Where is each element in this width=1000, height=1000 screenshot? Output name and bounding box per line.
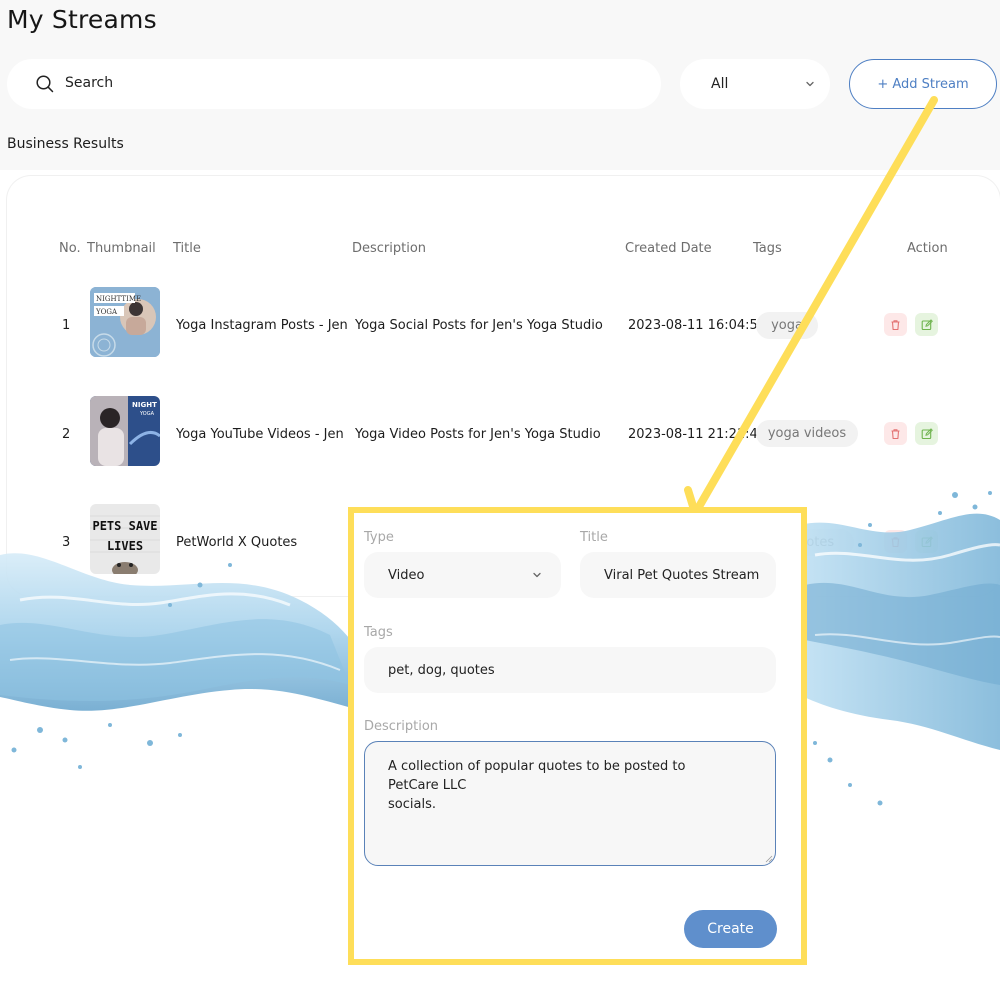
row-created-date: 2023-08-11 16:04:58 xyxy=(628,318,767,333)
title-value: Viral Pet Quotes Stream xyxy=(604,568,760,583)
thumbnail-graphic: NIGHTTIME YOGA xyxy=(90,287,160,357)
column-header-description: Description xyxy=(352,241,427,256)
thumbnail-text: YOGA xyxy=(95,308,118,316)
edit-icon xyxy=(921,318,933,330)
add-stream-button[interactable]: + Add Stream xyxy=(849,59,997,109)
edit-icon xyxy=(921,427,933,439)
thumbnail-text: NIGHTTIME xyxy=(96,295,141,303)
row-title: Yoga YouTube Videos - Jen xyxy=(176,427,344,442)
tags-label: Tags xyxy=(364,625,393,640)
filter-select[interactable]: All xyxy=(680,59,830,109)
filter-value: All xyxy=(711,76,729,92)
row-tag: yoga videos xyxy=(756,420,858,447)
description-value: A collection of popular quotes to be pos… xyxy=(388,759,686,812)
section-heading: Business Results xyxy=(7,136,124,152)
column-header-action: Action xyxy=(907,241,948,256)
row-number: 1 xyxy=(62,318,71,333)
column-header-no: No. xyxy=(59,241,81,256)
type-select[interactable]: Video xyxy=(364,552,561,598)
title-input[interactable]: Viral Pet Quotes Stream xyxy=(580,552,776,598)
row-thumbnail[interactable]: NIGHTTIME YOGA xyxy=(90,287,160,357)
thumbnail-text: NIGHT xyxy=(132,401,157,409)
column-header-created-date: Created Date xyxy=(625,241,712,256)
column-header-thumbnail: Thumbnail xyxy=(87,241,156,256)
delete-button[interactable] xyxy=(884,313,907,336)
row-thumbnail[interactable]: NIGHT YOGA xyxy=(90,396,160,466)
thumbnail-graphic: NIGHT YOGA xyxy=(90,396,160,466)
search-icon xyxy=(36,75,54,93)
search-input[interactable]: Search xyxy=(7,59,661,109)
trash-icon xyxy=(891,428,900,439)
row-number: 2 xyxy=(62,427,71,442)
search-placeholder: Search xyxy=(65,75,114,91)
row-title: Yoga Instagram Posts - Jen xyxy=(176,318,348,333)
tags-value: pet, dog, quotes xyxy=(388,663,495,678)
chevron-down-icon xyxy=(533,572,541,578)
edit-button[interactable] xyxy=(915,422,938,445)
type-label: Type xyxy=(364,530,394,545)
row-description: Yoga Social Posts for Jen's Yoga Studio xyxy=(355,318,603,333)
edit-button[interactable] xyxy=(915,313,938,336)
row-tag: yoga xyxy=(756,312,818,339)
tags-input[interactable]: pet, dog, quotes xyxy=(364,647,776,693)
delete-button[interactable] xyxy=(884,422,907,445)
chevron-down-icon xyxy=(806,81,814,87)
row-description: Yoga Video Posts for Jen's Yoga Studio xyxy=(355,427,601,442)
thumbnail-text: YOGA xyxy=(139,411,155,417)
column-header-title: Title xyxy=(173,241,201,256)
title-label: Title xyxy=(580,530,608,545)
resize-handle-icon[interactable] xyxy=(765,855,773,863)
trash-icon xyxy=(891,319,900,330)
page-title: My Streams xyxy=(7,5,157,34)
description-textarea[interactable]: A collection of popular quotes to be pos… xyxy=(364,741,776,866)
description-label: Description xyxy=(364,719,439,734)
column-header-tags: Tags xyxy=(753,241,782,256)
row-created-date: 2023-08-11 21:21:49 xyxy=(628,427,767,442)
create-button[interactable]: Create xyxy=(684,910,777,948)
type-value: Video xyxy=(388,568,425,583)
